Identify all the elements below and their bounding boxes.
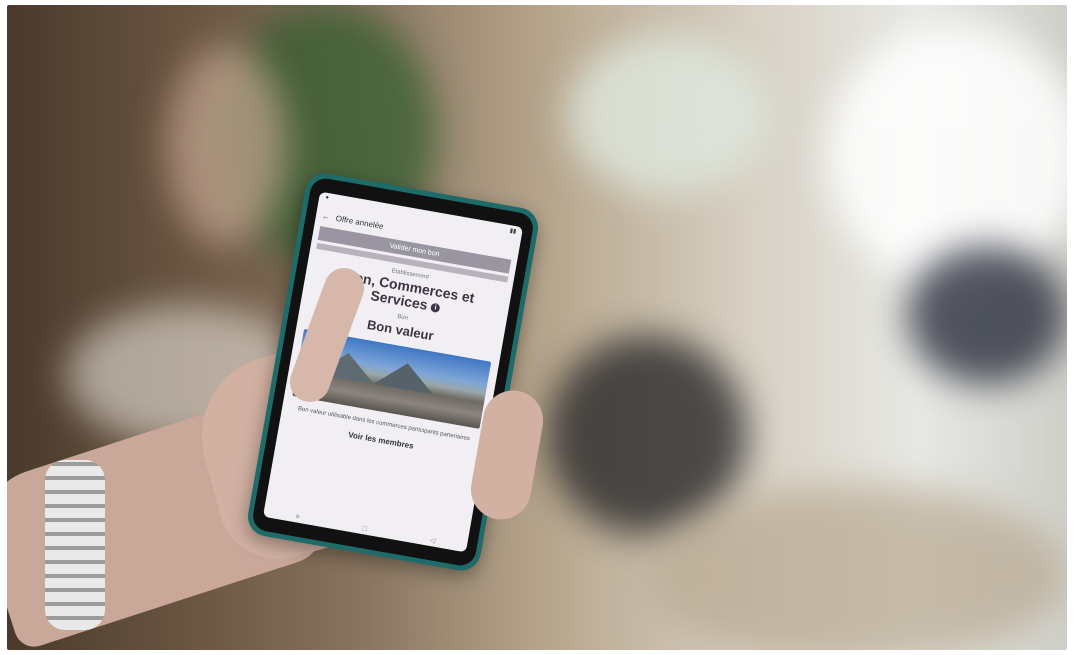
background-blur-floor: [647, 485, 1067, 650]
background-blur-chair: [547, 335, 747, 535]
status-signal-icon: ▮▮: [509, 228, 517, 236]
nav-home-icon[interactable]: □: [362, 525, 367, 533]
background-blur-person: [167, 45, 287, 245]
background-blur-window: [827, 25, 1067, 285]
back-arrow-icon[interactable]: ←: [321, 211, 330, 221]
background-blur-chair-2: [907, 245, 1067, 385]
bracelet: [45, 460, 105, 630]
background-blur-window-2: [567, 35, 767, 195]
nav-back-icon[interactable]: ◁: [429, 536, 436, 545]
status-time-icon: ●: [324, 194, 330, 202]
photo-frame: ● ▮▮ ← Offre annelée Valider mon bon Eta…: [7, 5, 1067, 650]
nav-menu-icon[interactable]: ≡: [295, 513, 300, 521]
mountain-shape: [373, 358, 438, 395]
info-icon[interactable]: i: [430, 302, 441, 313]
app-bar-title: Offre annelée: [335, 213, 385, 231]
